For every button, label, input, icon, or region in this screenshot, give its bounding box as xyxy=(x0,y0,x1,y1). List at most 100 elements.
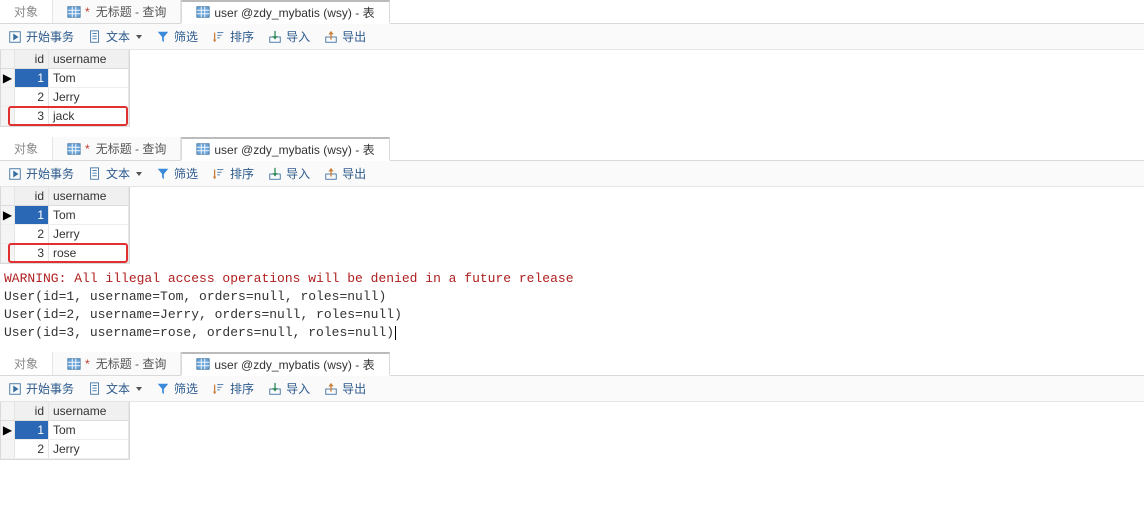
cell-id[interactable]: 1 xyxy=(15,69,49,87)
document-icon xyxy=(88,382,102,396)
column-header-username[interactable]: username xyxy=(49,402,129,420)
cell-username[interactable]: Tom xyxy=(49,421,129,439)
tab-objects[interactable]: 对象 xyxy=(0,137,53,160)
table-row[interactable]: 2Jerry xyxy=(1,440,129,459)
button-label: 导入 xyxy=(286,28,310,45)
table-icon xyxy=(196,5,210,19)
console-warning-line: WARNING: All illegal access operations w… xyxy=(4,270,1140,288)
text-button[interactable]: 文本 xyxy=(88,28,142,45)
dirty-indicator: * xyxy=(85,142,90,156)
text-button[interactable]: 文本 xyxy=(88,380,142,397)
cell-username[interactable]: Jerry xyxy=(49,88,129,106)
cell-id[interactable]: 2 xyxy=(15,225,49,243)
tab-untitled-query[interactable]: * 无标题 - 查询 xyxy=(53,352,181,375)
grid-header: id username xyxy=(1,402,129,421)
button-label: 筛选 xyxy=(174,380,198,397)
filter-button[interactable]: 筛选 xyxy=(156,165,198,182)
tab-label: 对象 xyxy=(14,140,38,157)
tab-label: user @zdy_mybatis (wsy) - 表 xyxy=(214,4,374,21)
tab-untitled-query[interactable]: * 无标题 - 查询 xyxy=(53,0,181,23)
tab-objects[interactable]: 对象 xyxy=(0,352,53,375)
grid-header: id username xyxy=(1,50,129,69)
export-button[interactable]: 导出 xyxy=(324,380,366,397)
tab-objects[interactable]: 对象 xyxy=(0,0,53,23)
db-panel-2: 对象 * 无标题 - 查询 user @zdy_mybatis (wsy) - … xyxy=(0,137,1144,342)
text-button[interactable]: 文本 xyxy=(88,165,142,182)
import-button[interactable]: 导入 xyxy=(268,28,310,45)
funnel-icon xyxy=(156,167,170,181)
data-grid[interactable]: id username ▶1Tom2Jerry3jack xyxy=(0,50,130,127)
table-row[interactable]: ▶1Tom xyxy=(1,69,129,88)
table-row[interactable]: 3rose xyxy=(1,244,129,263)
cell-username[interactable]: Tom xyxy=(49,69,129,87)
button-label: 筛选 xyxy=(174,165,198,182)
tab-label: 无标题 - 查询 xyxy=(96,355,167,372)
button-label: 排序 xyxy=(230,28,254,45)
begin-transaction-button[interactable]: 开始事务 xyxy=(8,28,74,45)
play-icon xyxy=(8,382,22,396)
cell-id[interactable]: 1 xyxy=(15,421,49,439)
play-icon xyxy=(8,30,22,44)
data-grid[interactable]: id username ▶1Tom2Jerry xyxy=(0,402,130,460)
chevron-down-icon xyxy=(136,35,142,39)
filter-button[interactable]: 筛选 xyxy=(156,28,198,45)
import-button[interactable]: 导入 xyxy=(268,165,310,182)
cell-username[interactable]: Jerry xyxy=(49,225,129,243)
column-header-username[interactable]: username xyxy=(49,187,129,205)
console-line: User(id=3, username=rose, orders=null, r… xyxy=(4,324,1140,342)
row-gutter: ▶ xyxy=(1,206,15,224)
tab-strip: 对象 * 无标题 - 查询 user @zdy_mybatis (wsy) - … xyxy=(0,137,1144,161)
button-label: 导入 xyxy=(286,380,310,397)
button-label: 开始事务 xyxy=(26,380,74,397)
sort-button[interactable]: 排序 xyxy=(212,165,254,182)
row-gutter xyxy=(1,244,15,262)
tab-user-table[interactable]: user @zdy_mybatis (wsy) - 表 xyxy=(181,0,389,24)
table-row[interactable]: 3jack xyxy=(1,107,129,126)
begin-transaction-button[interactable]: 开始事务 xyxy=(8,165,74,182)
cell-id[interactable]: 2 xyxy=(15,440,49,458)
import-icon xyxy=(268,30,282,44)
button-label: 筛选 xyxy=(174,28,198,45)
cell-username[interactable]: rose xyxy=(49,244,129,262)
funnel-icon xyxy=(156,30,170,44)
tab-label: 对象 xyxy=(14,3,38,20)
tab-untitled-query[interactable]: * 无标题 - 查询 xyxy=(53,137,181,160)
data-grid[interactable]: id username ▶1Tom2Jerry3rose xyxy=(0,187,130,264)
export-button[interactable]: 导出 xyxy=(324,28,366,45)
cell-id[interactable]: 1 xyxy=(15,206,49,224)
cell-id[interactable]: 3 xyxy=(15,107,49,125)
row-gutter-header xyxy=(1,50,15,68)
table-row[interactable]: 2Jerry xyxy=(1,225,129,244)
row-gutter-header xyxy=(1,187,15,205)
table-row[interactable]: ▶1Tom xyxy=(1,421,129,440)
sort-button[interactable]: 排序 xyxy=(212,380,254,397)
column-header-id[interactable]: id xyxy=(15,50,49,68)
console-text: User(id=3, username=rose, orders=null, r… xyxy=(4,325,394,340)
table-row[interactable]: 2Jerry xyxy=(1,88,129,107)
export-button[interactable]: 导出 xyxy=(324,165,366,182)
cell-username[interactable]: Jerry xyxy=(49,440,129,458)
db-panel-1: 对象 * 无标题 - 查询 user @zdy_mybatis (wsy) - … xyxy=(0,0,1144,127)
table-icon xyxy=(67,142,81,156)
column-header-username[interactable]: username xyxy=(49,50,129,68)
button-label: 文本 xyxy=(106,165,130,182)
filter-button[interactable]: 筛选 xyxy=(156,380,198,397)
row-gutter-header xyxy=(1,402,15,420)
toolbar: 开始事务 文本 筛选 排序 导入 导出 xyxy=(0,376,1144,402)
import-button[interactable]: 导入 xyxy=(268,380,310,397)
sort-button[interactable]: 排序 xyxy=(212,28,254,45)
document-icon xyxy=(88,30,102,44)
cell-username[interactable]: jack xyxy=(49,107,129,125)
row-gutter xyxy=(1,88,15,106)
cell-id[interactable]: 3 xyxy=(15,244,49,262)
table-row[interactable]: ▶1Tom xyxy=(1,206,129,225)
cell-username[interactable]: Tom xyxy=(49,206,129,224)
column-header-id[interactable]: id xyxy=(15,402,49,420)
cell-id[interactable]: 2 xyxy=(15,88,49,106)
tab-user-table[interactable]: user @zdy_mybatis (wsy) - 表 xyxy=(181,352,389,376)
tab-label: user @zdy_mybatis (wsy) - 表 xyxy=(214,141,374,158)
column-header-id[interactable]: id xyxy=(15,187,49,205)
row-gutter xyxy=(1,440,15,458)
begin-transaction-button[interactable]: 开始事务 xyxy=(8,380,74,397)
tab-user-table[interactable]: user @zdy_mybatis (wsy) - 表 xyxy=(181,137,389,161)
